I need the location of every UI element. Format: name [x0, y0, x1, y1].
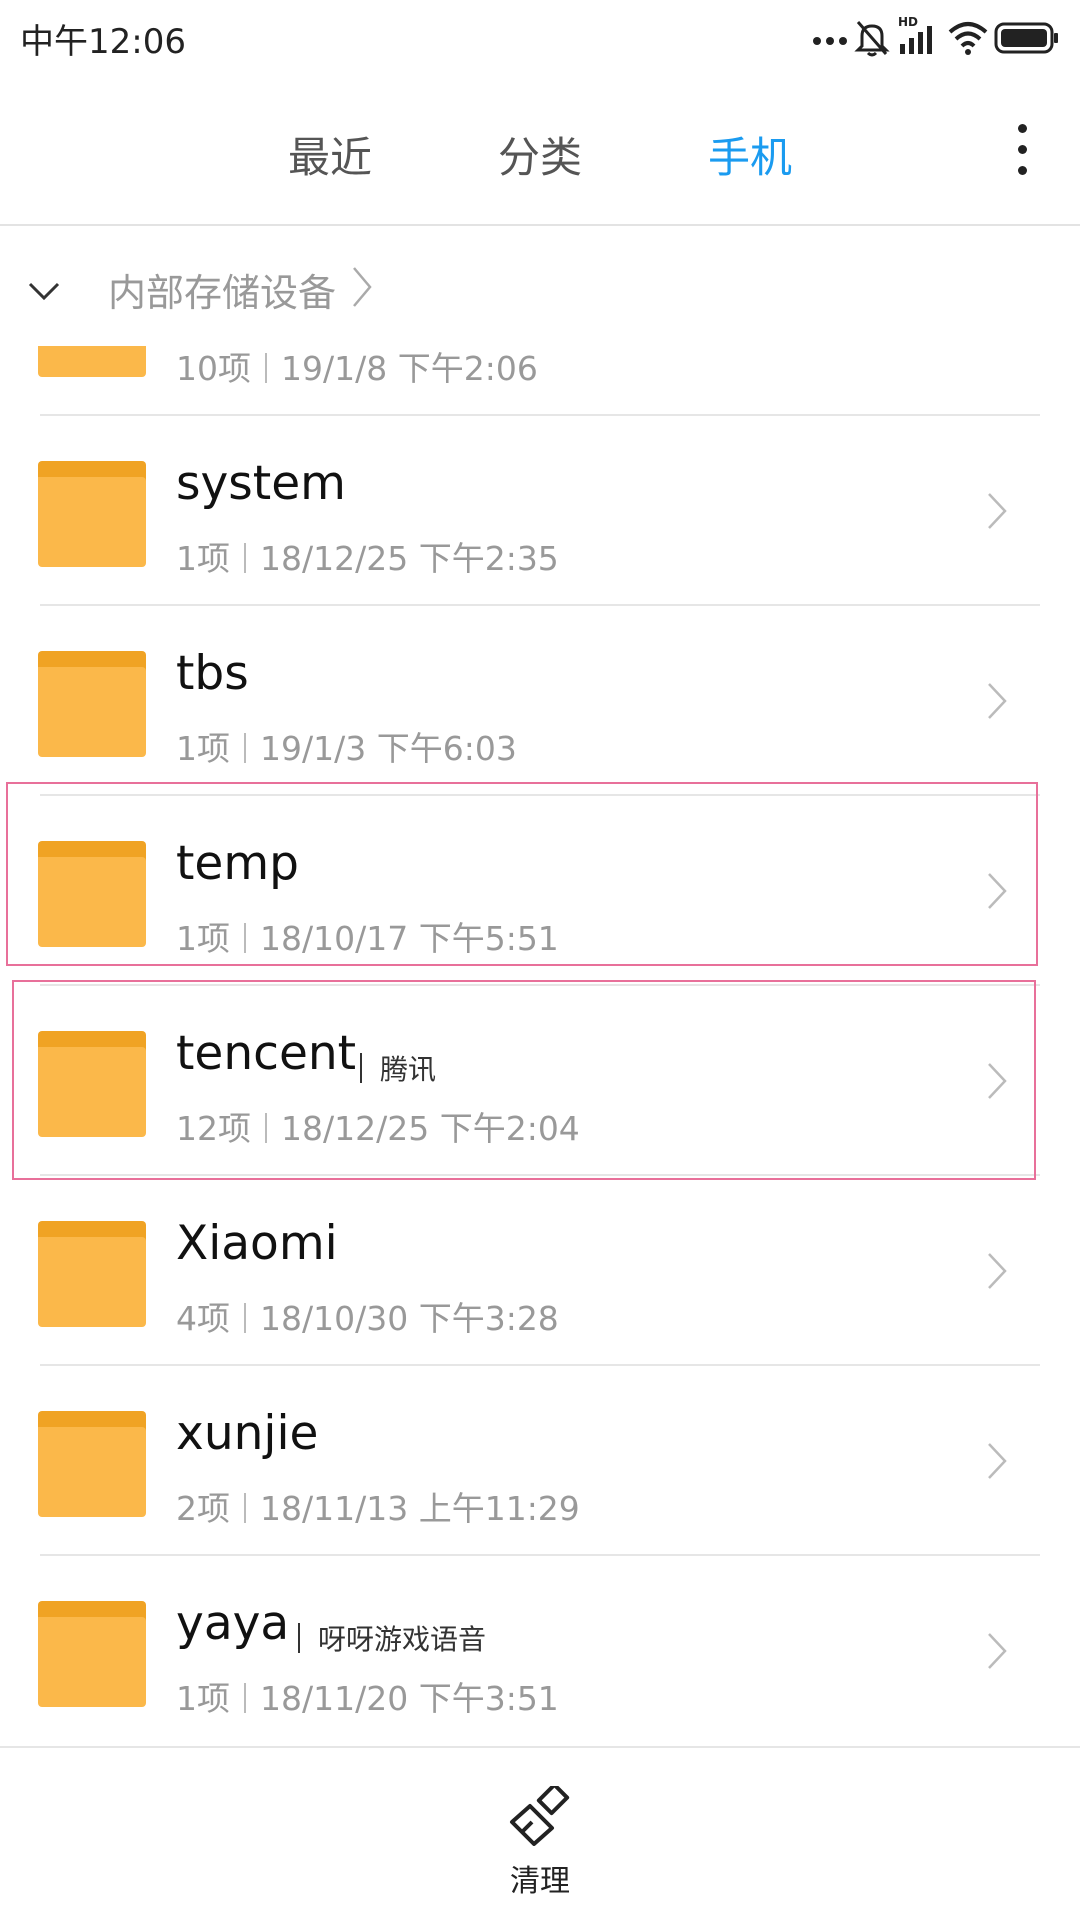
- mute-icon: [854, 21, 890, 57]
- breadcrumb: 内部存储设备: [0, 226, 1080, 346]
- highlight-box-temp: [6, 782, 1038, 966]
- item-count: 1项: [176, 539, 230, 578]
- folder-icon: [38, 346, 146, 377]
- folder-meta: 1项 19/1/3 下午6:03: [176, 722, 517, 770]
- folder-icon: [38, 1221, 146, 1327]
- chevron-right-icon: [988, 493, 1007, 529]
- tab-recent[interactable]: 最近: [245, 124, 415, 185]
- modified-date: 18/12/25 下午2:35: [260, 539, 559, 578]
- item-count: 2项: [176, 1489, 230, 1528]
- folder-name: yaya: [176, 1596, 290, 1651]
- list-item-system[interactable]: system 1项 18/12/25 下午2:35: [0, 416, 1080, 606]
- svg-text:HD: HD: [898, 15, 918, 29]
- chevron-right-icon: [988, 1253, 1007, 1289]
- status-icons: HD: [812, 14, 1062, 62]
- more-options-icon[interactable]: [1010, 120, 1034, 180]
- list-item-partial[interactable]: 10项 19/1/8 下午2:06: [0, 346, 1080, 416]
- tab-category[interactable]: 分类: [455, 124, 625, 185]
- folder-name: system: [176, 456, 346, 511]
- folder-meta: 1项 18/11/20 下午3:51: [176, 1672, 559, 1720]
- item-count: 1项: [176, 1679, 230, 1718]
- folder-icon: [38, 1601, 146, 1707]
- tab-phone[interactable]: 手机: [665, 124, 835, 185]
- folder-meta: 10项 19/1/8 下午2:06: [176, 346, 538, 390]
- top-tab-bar: 最近 分类 手机: [0, 76, 1080, 226]
- item-count: 4项: [176, 1299, 230, 1338]
- modified-date: 18/11/20 下午3:51: [260, 1679, 559, 1718]
- alias-text: 呀呀游戏语音: [318, 1623, 487, 1656]
- list-item-yaya[interactable]: yaya 呀呀游戏语音 1项 18/11/20 下午3:51: [0, 1556, 1080, 1746]
- file-list: 10项 19/1/8 下午2:06 system 1项 18/12/25 下午2:3…: [0, 346, 1080, 1746]
- list-item-tbs[interactable]: tbs 1项 19/1/3 下午6:03: [0, 606, 1080, 796]
- wifi-icon: [948, 22, 988, 55]
- chevron-right-icon: [988, 683, 1007, 719]
- list-item-xiaomi[interactable]: Xiaomi 4项 18/10/30 下午3:28: [0, 1176, 1080, 1366]
- highlight-box-tencent: [12, 980, 1036, 1180]
- folder-meta: 1项 18/12/25 下午2:35: [176, 532, 559, 580]
- status-time: 中午12:06: [20, 22, 186, 62]
- clean-label[interactable]: 清理: [0, 1856, 1080, 1900]
- broom-icon[interactable]: [508, 1786, 572, 1846]
- folder-name: xunjie: [176, 1406, 319, 1461]
- folder-icon: [38, 461, 146, 567]
- folder-icon: [38, 651, 146, 757]
- folder-name: Xiaomi: [176, 1216, 338, 1271]
- chevron-right-icon: [353, 267, 372, 307]
- chevron-right-icon: [988, 1443, 1007, 1479]
- more-dots-icon: [813, 37, 847, 45]
- chevron-down-icon[interactable]: [26, 276, 62, 306]
- folder-icon: [38, 1411, 146, 1517]
- chevron-right-icon: [988, 1633, 1007, 1669]
- item-count: 1项: [176, 729, 230, 768]
- battery-icon: [994, 22, 1058, 54]
- modified-date: 18/10/30 下午3:28: [260, 1299, 559, 1338]
- hd-signal-icon: HD: [898, 15, 932, 54]
- folder-name: tbs: [176, 646, 249, 701]
- list-item-xunjie[interactable]: xunjie 2项 18/11/13 上午11:29: [0, 1366, 1080, 1556]
- item-count: 10项: [176, 349, 251, 388]
- bottom-action-bar: 清理: [0, 1746, 1080, 1922]
- folder-meta: 2项 18/11/13 上午11:29: [176, 1482, 580, 1530]
- folder-meta: 4项 18/10/30 下午3:28: [176, 1292, 559, 1340]
- status-bar: 中午12:06 HD: [0, 0, 1080, 76]
- folder-alias: 呀呀游戏语音: [298, 1618, 486, 1658]
- modified-date: 18/11/13 上午11:29: [260, 1489, 580, 1528]
- breadcrumb-storage[interactable]: 内部存储设备: [108, 262, 336, 317]
- modified-date: 19/1/8 下午2:06: [281, 349, 538, 388]
- modified-date: 19/1/3 下午6:03: [260, 729, 517, 768]
